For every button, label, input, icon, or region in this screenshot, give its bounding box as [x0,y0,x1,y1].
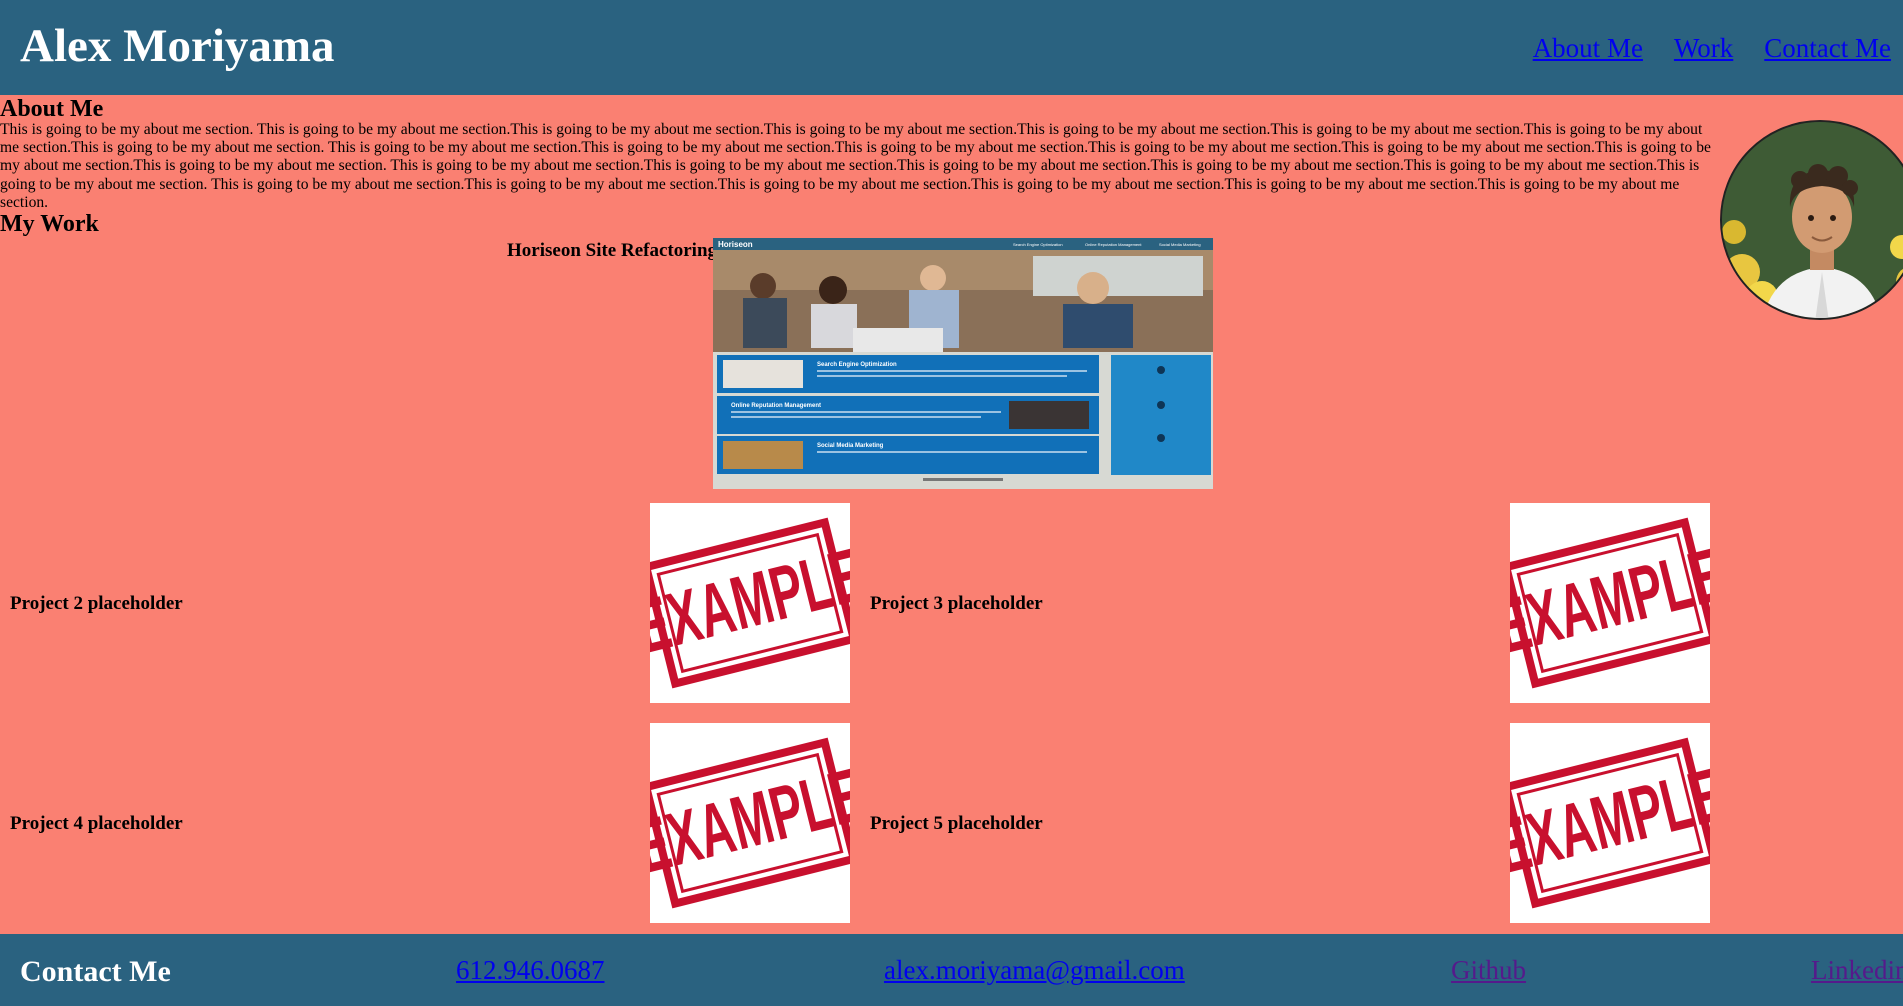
screenshot-section-3: Social Media Marketing [817,443,884,449]
project-5-image[interactable]: EXAMPLE [1488,723,1731,923]
profile-photo [1720,120,1903,320]
project-5-label: Project 5 placeholder [870,813,1043,834]
nav-work-link[interactable]: Work [1674,33,1733,63]
project-3-image[interactable]: EXAMPLE [1488,503,1731,703]
example-stamp-graphic: EXAMPLE [628,517,871,689]
work-heading: My Work [0,211,99,237]
screenshot-section-1: Search Engine Optimization [817,362,897,368]
linkedin-link[interactable]: Linkedin [1811,954,1903,986]
horiseon-screenshot-graphic: Horiseon Search Engine Optimization Onli… [713,238,1213,489]
example-stamp-graphic: EXAMPLE [1488,737,1731,909]
project-2-image[interactable]: EXAMPLE [628,503,871,703]
site-title: Alex Moriyama [20,20,335,72]
email-link[interactable]: alex.moriyama@gmail.com [884,954,1185,986]
project-4-image[interactable]: EXAMPLE [628,723,871,923]
screenshot-brand: Horiseon [718,240,753,249]
project-2-label: Project 2 placeholder [10,593,183,614]
featured-project-screenshot[interactable]: Horiseon Search Engine Optimization Onli… [713,238,1213,489]
example-stamp-graphic: EXAMPLE [628,737,871,909]
screenshot-nav-3: Social Media Marketing [1159,242,1201,247]
main-nav: About Me Work Contact Me [1506,32,1891,64]
phone-link[interactable]: 612.946.0687 [456,954,605,986]
profile-photo-graphic [1722,122,1903,318]
nav-about-link[interactable]: About Me [1533,33,1643,63]
site-header: Alex Moriyama About Me Work Contact Me [0,0,1903,95]
nav-contact-link[interactable]: Contact Me [1764,33,1891,63]
site-footer: Contact Me 612.946.0687 alex.moriyama@gm… [0,934,1903,1006]
screenshot-nav-2: Online Reputation Management [1085,242,1142,247]
about-text: This is going to be my about me section.… [0,121,1711,211]
project-4-label: Project 4 placeholder [10,813,183,834]
footer-title: Contact Me [20,955,171,988]
project-3-label: Project 3 placeholder [870,593,1043,614]
featured-project-label: Horiseon Site Refactoring [507,240,718,261]
screenshot-nav-1: Search Engine Optimization [1013,242,1063,247]
screenshot-section-2: Online Reputation Management [731,403,821,409]
github-link[interactable]: Github [1451,954,1526,986]
example-stamp-graphic: EXAMPLE [1488,517,1731,689]
about-heading: About Me [0,96,104,122]
